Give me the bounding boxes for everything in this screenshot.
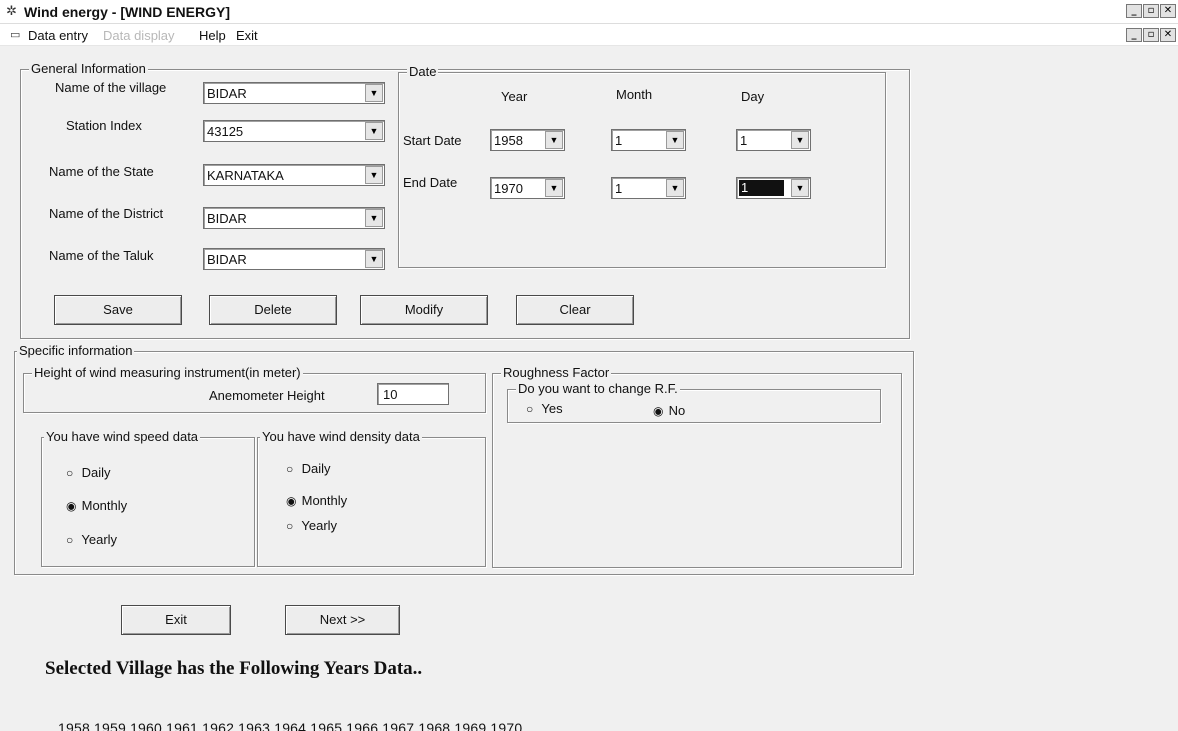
wind-speed-legend: You have wind speed data — [44, 429, 201, 445]
delete-button[interactable]: Delete — [209, 295, 337, 325]
chevron-down-icon[interactable]: ▼ — [365, 209, 383, 227]
close-icon[interactable]: ✕ — [1160, 4, 1176, 18]
end-date-label: End Date — [403, 175, 458, 190]
next-button[interactable]: Next >> — [285, 605, 400, 635]
density-yearly-radio[interactable]: ○ Yearly — [286, 518, 337, 533]
specific-information-group: Specific information Height of wind meas… — [14, 343, 914, 575]
available-years-list: 1958 1959 1960 1961 1962 1963 1964 1965 … — [58, 720, 523, 731]
document-icon[interactable]: ▭ — [10, 28, 20, 41]
chevron-down-icon[interactable]: ▼ — [365, 122, 383, 140]
minimize-icon[interactable]: _ — [1126, 4, 1142, 18]
change-rf-legend: Do you want to change R.F. — [516, 381, 680, 397]
station-label: Station Index — [66, 118, 142, 133]
year-header: Year — [501, 89, 528, 104]
month-header: Month — [616, 87, 653, 102]
radio-empty-icon: ○ — [286, 462, 294, 476]
title-bar: ✲ Wind energy - [WIND ENERGY] _ ▫ ✕ — [0, 0, 1178, 24]
radio-empty-icon: ○ — [526, 402, 534, 416]
mdi-restore-icon[interactable]: ▫ — [1143, 28, 1159, 42]
anemometer-label: Anemometer Height — [209, 388, 325, 403]
clear-button[interactable]: Clear — [516, 295, 634, 325]
app-icon: ✲ — [6, 3, 17, 18]
chevron-down-icon[interactable]: ▼ — [545, 179, 563, 197]
density-daily-radio[interactable]: ○ Daily — [286, 461, 331, 476]
mdi-close-icon[interactable]: ✕ — [1160, 28, 1176, 42]
window-title: Wind energy - [WIND ENERGY] — [24, 4, 230, 20]
chevron-down-icon[interactable]: ▼ — [666, 131, 684, 149]
menu-bar: ▭ Data entry Data display Help Exit _ ▫ … — [0, 24, 1178, 46]
speed-daily-radio[interactable]: ○ Daily — [66, 465, 111, 480]
chevron-down-icon[interactable]: ▼ — [666, 179, 684, 197]
save-button[interactable]: Save — [54, 295, 182, 325]
radio-selected-icon: ◉ — [286, 494, 297, 508]
roughness-factor-legend: Roughness Factor — [501, 365, 612, 381]
change-rf-group: Do you want to change R.F. ○ Yes ◉ No — [507, 381, 881, 423]
village-label: Name of the village — [55, 80, 167, 95]
start-month-select[interactable]: 1 ▼ — [611, 129, 686, 151]
start-year-select[interactable]: 1958 ▼ — [490, 129, 565, 151]
start-date-label: Start Date — [403, 133, 462, 148]
specific-information-legend: Specific information — [17, 343, 135, 359]
chevron-down-icon[interactable]: ▼ — [545, 131, 563, 149]
chevron-down-icon[interactable]: ▼ — [365, 250, 383, 268]
district-label: Name of the District — [49, 206, 164, 221]
restore-icon[interactable]: ▫ — [1143, 4, 1159, 18]
chevron-down-icon[interactable]: ▼ — [365, 166, 383, 184]
state-select[interactable]: KARNATAKA ▼ — [203, 164, 385, 186]
modify-button[interactable]: Modify — [360, 295, 488, 325]
menu-exit[interactable]: Exit — [236, 28, 258, 43]
station-index-select[interactable]: 43125 ▼ — [203, 120, 385, 142]
taluk-select[interactable]: BIDAR ▼ — [203, 248, 385, 270]
chevron-down-icon[interactable]: ▼ — [791, 179, 809, 197]
radio-empty-icon: ○ — [66, 533, 74, 547]
anemometer-height-input[interactable]: 10 — [377, 383, 449, 405]
mdi-minimize-icon[interactable]: _ — [1126, 28, 1142, 42]
date-group: Date Year Month Day Start Date 1958 ▼ 1 … — [398, 64, 886, 268]
speed-monthly-radio[interactable]: ◉ Monthly — [66, 498, 127, 513]
date-legend: Date — [407, 64, 439, 80]
rf-no-radio[interactable]: ◉ No — [653, 403, 685, 418]
radio-empty-icon: ○ — [286, 519, 294, 533]
roughness-factor-group: Roughness Factor Do you want to change R… — [492, 365, 902, 568]
general-information-legend: General Information — [29, 61, 148, 77]
radio-selected-icon: ◉ — [66, 499, 77, 513]
radio-selected-icon: ◉ — [653, 404, 664, 418]
wind-density-group: You have wind density data ○ Daily ◉ Mon… — [257, 429, 486, 567]
general-information-group: General Information Name of the village … — [20, 61, 910, 339]
speed-yearly-radio[interactable]: ○ Yearly — [66, 532, 117, 547]
menu-help[interactable]: Help — [199, 28, 226, 43]
menu-data-entry[interactable]: Data entry — [28, 28, 88, 43]
rf-yes-radio[interactable]: ○ Yes — [526, 401, 563, 416]
height-legend: Height of wind measuring instrument(in m… — [32, 365, 303, 381]
end-month-select[interactable]: 1 ▼ — [611, 177, 686, 199]
radio-empty-icon: ○ — [66, 466, 74, 480]
state-label: Name of the State — [49, 164, 154, 179]
window-controls: _ ▫ ✕ — [1126, 4, 1176, 18]
chevron-down-icon[interactable]: ▼ — [365, 84, 383, 102]
start-day-select[interactable]: 1 ▼ — [736, 129, 811, 151]
main-form: General Information Name of the village … — [0, 46, 1178, 731]
wind-density-legend: You have wind density data — [260, 429, 422, 445]
chevron-down-icon[interactable]: ▼ — [791, 131, 809, 149]
end-day-select[interactable]: 1 ▼ — [736, 177, 811, 199]
height-group: Height of wind measuring instrument(in m… — [23, 365, 486, 413]
mdi-controls: _ ▫ ✕ — [1126, 28, 1176, 42]
end-year-select[interactable]: 1970 ▼ — [490, 177, 565, 199]
taluk-label: Name of the Taluk — [49, 248, 154, 263]
selected-village-message: Selected Village has the Following Years… — [45, 658, 423, 679]
wind-speed-group: You have wind speed data ○ Daily ◉ Month… — [41, 429, 255, 567]
village-select[interactable]: BIDAR ▼ — [203, 82, 385, 104]
day-header: Day — [741, 89, 765, 104]
district-select[interactable]: BIDAR ▼ — [203, 207, 385, 229]
exit-button[interactable]: Exit — [121, 605, 231, 635]
menu-data-display: Data display — [103, 28, 175, 43]
density-monthly-radio[interactable]: ◉ Monthly — [286, 493, 347, 508]
